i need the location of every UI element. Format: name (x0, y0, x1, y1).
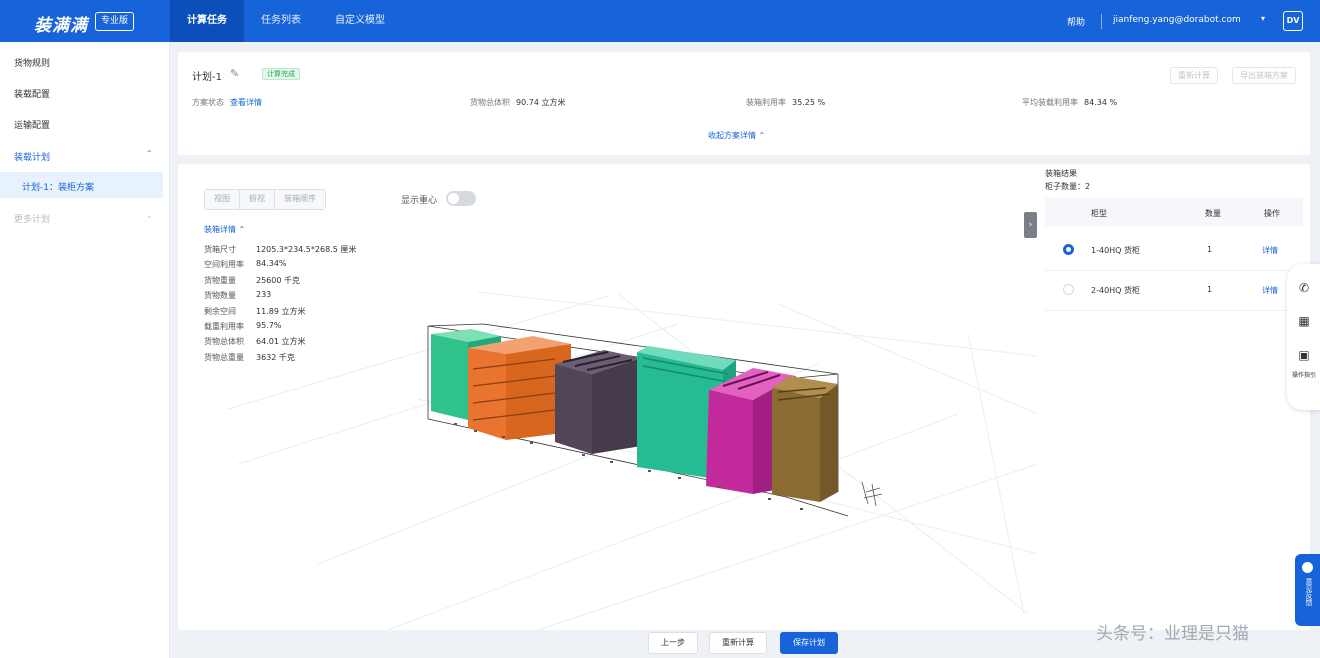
view-details-link[interactable]: 查看详情 (230, 98, 262, 107)
page-title: 计划-1 (192, 72, 222, 83)
column-header: 操作 (1264, 209, 1280, 218)
list-item: 货箱尺寸 1205.3*234.5*268.5 厘米 (204, 245, 357, 254)
container-count: 柜子数量：2 (1045, 182, 1091, 191)
user-menu-chevron-icon[interactable]: ▾ (1261, 14, 1265, 23)
sidebar-item-plan-1[interactable]: 计划-1：装柜方案 (0, 172, 163, 198)
watermark-text: 头条号：业理是只猫 (1096, 624, 1249, 644)
list-item: 剩余空间 11.89 立方米 (204, 306, 306, 316)
top-bar: 装满满 专业版 计算任务 任务列表 自定义模型 帮助 jianfeng.yang… (0, 0, 1320, 42)
recalculate-plan-button[interactable]: 重新计算 (709, 632, 767, 654)
feedback-button[interactable]: 意见反馈 (1295, 554, 1320, 626)
load-details-list: 货箱尺寸 1205.3*234.5*268.5 厘米 空间利用率 84.34% 货物… (204, 244, 356, 367)
view-order-button[interactable]: 装箱顺序 (275, 190, 325, 209)
sidebar-item-load-config[interactable]: 装载配置 (14, 87, 50, 100)
nav-tab-custom-model[interactable]: 自定义模型 (318, 0, 402, 42)
avatar[interactable]: DV (1283, 11, 1303, 31)
user-email[interactable]: jianfeng.yang@dorabot.com (1113, 15, 1241, 25)
recalculate-button[interactable]: 重新计算 (1170, 67, 1218, 84)
list-item: 载重利用率 95.7% (204, 320, 282, 331)
center-of-gravity-toggle[interactable] (446, 191, 476, 206)
load-viewer-card: 视图 俯视 装箱顺序 显示重心 装箱详情 ⌃ 货箱尺寸 1205.3*234.5*… (178, 164, 1310, 630)
sidebar-item-more-plans[interactable]: 更多计划 (14, 212, 50, 225)
row-radio[interactable] (1063, 244, 1074, 255)
view-default-button[interactable]: 视图 (205, 190, 240, 209)
edition-badge: 专业版 (95, 12, 135, 31)
collapse-panel-button[interactable]: › (1024, 212, 1037, 238)
guide-book-icon[interactable]: ▣ (1296, 348, 1312, 362)
apps-grid-icon[interactable]: ▦ (1296, 314, 1312, 328)
results-title: 装箱结果 (1045, 169, 1077, 178)
status-badge: 计算完成 (262, 68, 300, 80)
results-table-header: 柜型 数量 操作 (1045, 198, 1303, 226)
row-details-link[interactable]: 详情 (1262, 285, 1278, 296)
main-nav: 计算任务 任务列表 自定义模型 (170, 0, 402, 42)
center-of-gravity-label: 显示重心 (401, 196, 438, 206)
floating-toolbar: ✆ ▦ ▣ 操作指引 (1287, 264, 1320, 410)
app-logo[interactable]: 装满满 (34, 11, 88, 36)
sidebar-item-transport-config[interactable]: 运输配置 (14, 118, 50, 131)
phone-icon[interactable]: ✆ (1296, 281, 1312, 295)
sidebar: 货物规则 装载配置 运输配置 装载计划 ⌃ 计划-1：装柜方案 更多计划 ⌄ (0, 42, 170, 658)
list-item: 空间利用率 84.34% (204, 259, 287, 270)
row-radio[interactable] (1063, 284, 1074, 295)
list-item: 货物重量 25600 千克 (204, 275, 300, 285)
save-plan-button[interactable]: 保存计划 (780, 632, 838, 654)
meta-plan-status: 方案状态 查看详情 (192, 98, 262, 107)
help-link[interactable]: 帮助 (1067, 15, 1085, 28)
nav-tab-task-list[interactable]: 任务列表 (244, 0, 318, 42)
list-item: 货物总体积 64.01 立方米 (204, 337, 306, 347)
nav-tab-compute[interactable]: 计算任务 (170, 0, 244, 42)
feedback-label: 意见反馈 (1305, 578, 1313, 606)
edit-icon[interactable]: ✎ (230, 67, 239, 80)
row-details-link[interactable]: 详情 (1262, 245, 1278, 256)
list-item: 货物总重量 3632 千克 (204, 352, 295, 362)
guide-label[interactable]: 操作指引 (1292, 372, 1316, 380)
table-row[interactable]: 2-40HQ 货柜 1 详情 (1045, 271, 1303, 311)
table-row[interactable]: 1-40HQ 货柜 1 详情 (1045, 231, 1303, 271)
column-header: 数量 (1205, 209, 1221, 218)
meta-avg-utilization: 平均装载利用率 84.34 % (1022, 98, 1118, 107)
sidebar-item-label: 计划-1：装柜方案 (22, 183, 94, 193)
export-plan-button[interactable]: 导出装箱方案 (1232, 67, 1296, 84)
list-item: 货物数量 233 (204, 290, 272, 301)
toggle-knob (448, 193, 459, 204)
feedback-icon (1302, 562, 1313, 573)
meta-box-utilization: 装箱利用率 35.25 % (746, 98, 826, 107)
chevron-up-icon[interactable]: ⌃ (146, 149, 153, 158)
view-top-button[interactable]: 俯视 (240, 190, 275, 209)
column-header: 柜型 (1091, 209, 1107, 218)
container-3d-viewport[interactable] (178, 164, 1038, 630)
sidebar-group-load-plan[interactable]: 装载计划 (14, 150, 50, 163)
meta-total-volume: 货物总体积 90.74 立方米 (470, 98, 566, 107)
collapse-details-toggle[interactable]: 收起方案详情 ⌃ (708, 130, 765, 141)
sidebar-item-cargo-rules[interactable]: 货物规则 (14, 56, 50, 69)
load-details-toggle[interactable]: 装箱详情 ⌃ (204, 224, 245, 235)
plan-summary-card: 计划-1 ✎ 计算完成 重新计算 导出装箱方案 方案状态 查看详情 货物总体积 90… (178, 52, 1310, 155)
prev-step-button[interactable]: 上一步 (648, 632, 698, 654)
view-mode-switch: 视图 俯视 装箱顺序 (204, 189, 326, 210)
header-divider (1101, 14, 1102, 29)
chevron-down-icon[interactable]: ⌄ (146, 211, 153, 220)
